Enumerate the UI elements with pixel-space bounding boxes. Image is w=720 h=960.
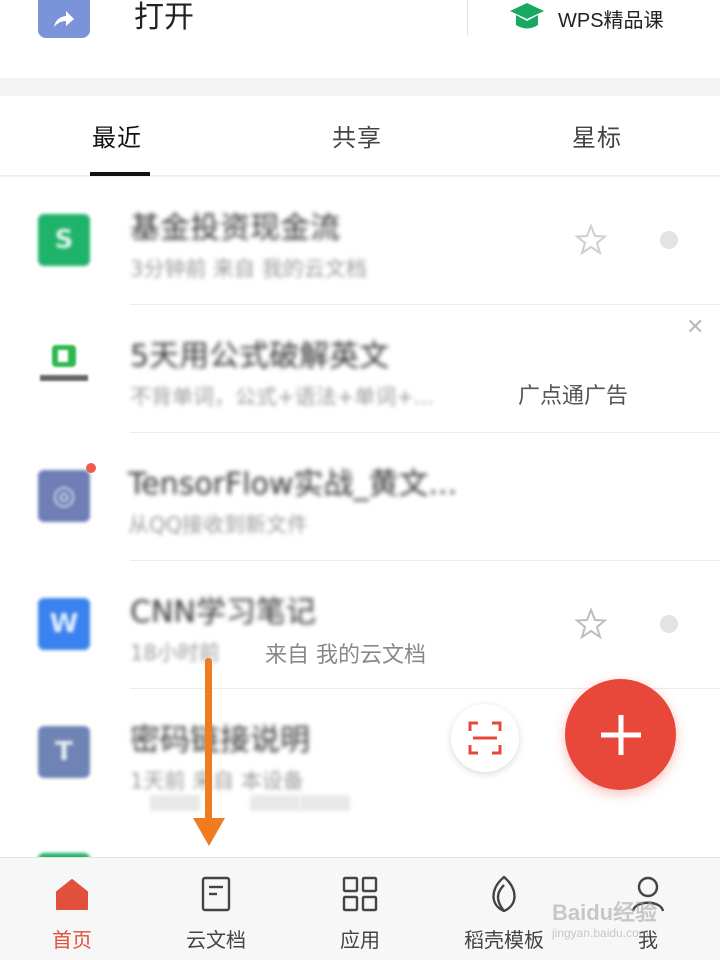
top-bar: 打开 WPS精品课 [0, 0, 720, 78]
nav-home[interactable]: 首页 [7, 858, 137, 960]
share-arrow-icon [54, 11, 74, 27]
open-button[interactable] [38, 0, 90, 38]
blurred-region [150, 795, 200, 811]
ad-logo-icon [38, 339, 90, 391]
file-source: 来自 我的云文档 [265, 643, 426, 668]
more-dot-icon[interactable] [660, 615, 678, 633]
wps-course-label: WPS精品课 [558, 9, 664, 32]
watermark-url: jingyan.baidu.com [552, 926, 649, 940]
file-title: CNN学习笔记 [130, 595, 316, 630]
file-subtitle: 3分钟前 来自 我的云文档 [130, 257, 367, 281]
nav-label: 首页 [52, 928, 92, 952]
apps-grid-icon [342, 876, 378, 912]
file-subtitle: 不背单词，公式+语法+单词+... [130, 385, 434, 409]
word-icon: W [38, 598, 90, 650]
file-title: 密码链接说明 [130, 723, 310, 758]
unread-badge [86, 463, 96, 473]
star-icon[interactable] [574, 223, 608, 257]
new-file-button[interactable] [565, 679, 676, 790]
plus-icon [600, 714, 641, 755]
tab-starred[interactable]: 星标 [572, 118, 622, 153]
nav-label: 应用 [340, 928, 380, 952]
scan-button[interactable] [451, 704, 519, 772]
scan-icon [468, 721, 502, 755]
leaf-icon [492, 875, 516, 913]
file-title: TensorFlow实战_黄文... [128, 467, 458, 502]
nav-apps[interactable]: 应用 [295, 858, 425, 960]
file-title: 5天用公式破解英文 [130, 339, 390, 374]
open-label[interactable]: 打开 [134, 0, 194, 36]
nav-cloud-docs[interactable]: 云文档 [151, 858, 281, 960]
pdf-icon: ◎ [38, 470, 90, 522]
blurred-region [300, 795, 350, 811]
text-icon: T [38, 726, 90, 778]
list-item-partial[interactable] [0, 817, 720, 857]
list-item[interactable]: ◎ TensorFlow实战_黄文... 从QQ接收到新文件 [0, 433, 720, 561]
file-subtitle: 1天前 来自 本设备 [130, 769, 304, 793]
tab-recent[interactable]: 最近 [92, 118, 142, 153]
list-item[interactable]: W CNN学习笔记 18小时前 来自 我的云文档 [0, 561, 720, 689]
file-title: 基金投资现金流 [130, 211, 340, 246]
more-dot-icon[interactable] [660, 231, 678, 249]
nav-label: 云文档 [186, 928, 246, 952]
star-icon[interactable] [574, 607, 608, 641]
home-icon [56, 879, 88, 910]
spreadsheet-icon: S [38, 214, 90, 266]
annotation-arrow [205, 658, 212, 826]
blurred-region [250, 795, 300, 811]
ad-label: 广点通广告 [518, 384, 629, 409]
tab-shared[interactable]: 共享 [332, 118, 382, 153]
watermark: Baidu经验 [552, 900, 658, 925]
file-subtitle: 从QQ接收到新文件 [128, 513, 309, 537]
nav-templates[interactable]: 稻壳模板 [439, 858, 569, 960]
nav-label: 稻壳模板 [464, 928, 544, 952]
tab-active-indicator [90, 172, 150, 176]
annotation-arrow-head [193, 818, 225, 846]
topbar-divider [467, 0, 468, 36]
graduation-cap-icon [510, 3, 544, 29]
list-item[interactable]: S 基金投资现金流 3分钟前 来自 我的云文档 [0, 177, 720, 305]
file-tabs: 最近 共享 星标 [0, 96, 720, 176]
wps-course-link[interactable]: WPS精品课 [508, 0, 664, 36]
close-icon[interactable]: ✕ [686, 315, 704, 340]
ad-list-item[interactable]: 5天用公式破解英文 不背单词，公式+语法+单词+... 广点通广告 ✕ [0, 305, 720, 433]
cloud-doc-icon [201, 876, 231, 912]
